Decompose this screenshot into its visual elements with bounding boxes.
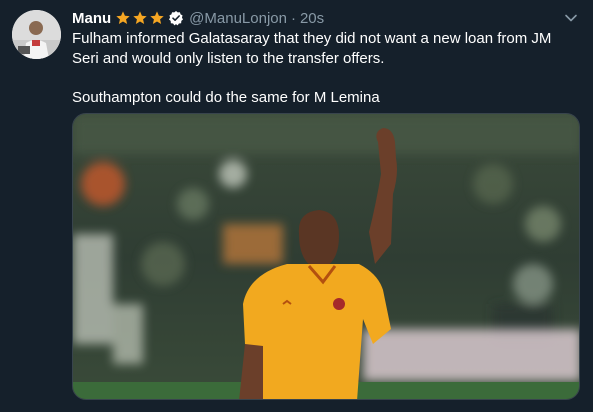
star-icon xyxy=(150,11,164,24)
tweet-media-photo[interactable] xyxy=(72,113,580,400)
tweet-text: Fulham informed Galatasaray that they di… xyxy=(72,29,577,108)
avatar[interactable] xyxy=(12,10,61,59)
verified-icon xyxy=(169,11,184,26)
chevron-down-icon[interactable] xyxy=(563,10,579,26)
separator-dot: · xyxy=(290,9,296,27)
tweet-header: Manu @ManuLonjon · 20s xyxy=(72,7,324,29)
tweet-text-line: Fulham informed Galatasaray that they di… xyxy=(72,30,552,67)
star-icon xyxy=(133,11,147,24)
tweet-text-line: Southampton could do the same for M Lemi… xyxy=(72,89,380,106)
timestamp[interactable]: 20s xyxy=(300,10,324,27)
star-icon xyxy=(116,11,130,24)
tweet-card[interactable]: Manu @ManuLonjon · 20s Fulham informed G… xyxy=(0,0,593,412)
display-name[interactable]: Manu xyxy=(72,10,111,27)
user-handle[interactable]: @ManuLonjon xyxy=(189,10,287,27)
